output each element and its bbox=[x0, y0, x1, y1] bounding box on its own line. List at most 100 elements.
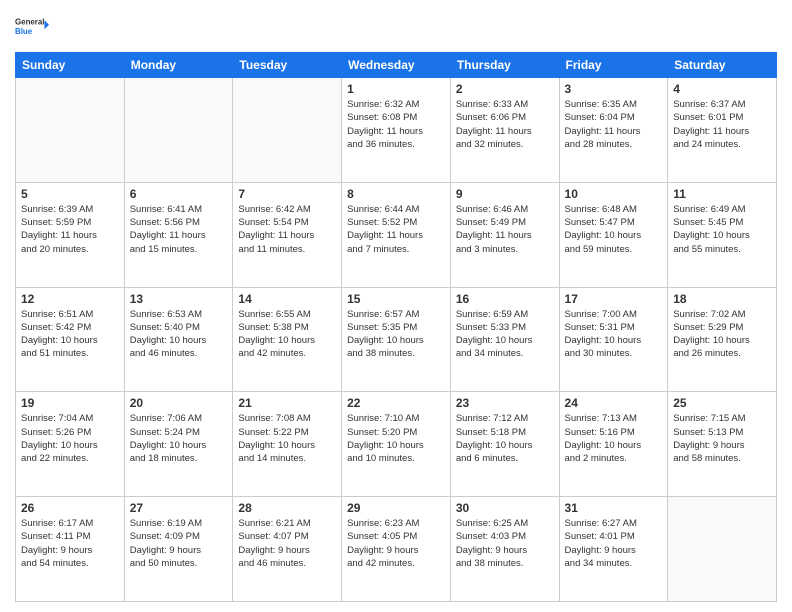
day-cell-5: 5 Sunrise: 6:39 AM Sunset: 5:59 PM Daylig… bbox=[16, 182, 125, 287]
day-info-2: Sunrise: 6:33 AM Sunset: 6:06 PM Dayligh… bbox=[456, 98, 554, 151]
day-number-23: 23 bbox=[456, 396, 554, 410]
weekday-header-row: SundayMondayTuesdayWednesdayThursdayFrid… bbox=[16, 53, 777, 78]
day-info-25: Sunrise: 7:15 AM Sunset: 5:13 PM Dayligh… bbox=[673, 412, 771, 465]
day-info-8: Sunrise: 6:44 AM Sunset: 5:52 PM Dayligh… bbox=[347, 203, 445, 256]
day-cell-12: 12 Sunrise: 6:51 AM Sunset: 5:42 PM Dayli… bbox=[16, 287, 125, 392]
day-number-3: 3 bbox=[565, 82, 663, 96]
day-number-31: 31 bbox=[565, 501, 663, 515]
day-info-20: Sunrise: 7:06 AM Sunset: 5:24 PM Dayligh… bbox=[130, 412, 228, 465]
empty-cell bbox=[233, 78, 342, 183]
weekday-header-monday: Monday bbox=[124, 53, 233, 78]
day-cell-6: 6Sunrise: 6:41 AM Sunset: 5:56 PM Daylig… bbox=[124, 182, 233, 287]
header: General Blue bbox=[15, 10, 777, 44]
day-cell-23: 23 Sunrise: 7:12 AM Sunset: 5:18 PM Dayli… bbox=[450, 392, 559, 497]
day-number-17: 17 bbox=[565, 292, 663, 306]
day-cell-8: 8 Sunrise: 6:44 AM Sunset: 5:52 PM Daylig… bbox=[342, 182, 451, 287]
day-cell-9: 9 Sunrise: 6:46 AM Sunset: 5:49 PM Daylig… bbox=[450, 182, 559, 287]
day-number-13: 13 bbox=[130, 292, 228, 306]
day-cell-16: 16 Sunrise: 6:59 AM Sunset: 5:33 PM Dayli… bbox=[450, 287, 559, 392]
day-info-11: Sunrise: 6:49 AM Sunset: 5:45 PM Dayligh… bbox=[673, 203, 771, 256]
empty-cell bbox=[668, 497, 777, 602]
day-cell-13: 13Sunrise: 6:53 AM Sunset: 5:40 PM Dayli… bbox=[124, 287, 233, 392]
day-number-22: 22 bbox=[347, 396, 445, 410]
day-info-24: Sunrise: 7:13 AM Sunset: 5:16 PM Dayligh… bbox=[565, 412, 663, 465]
day-cell-2: 2Sunrise: 6:33 AM Sunset: 6:06 PM Daylig… bbox=[450, 78, 559, 183]
day-info-9: Sunrise: 6:46 AM Sunset: 5:49 PM Dayligh… bbox=[456, 203, 554, 256]
day-number-4: 4 bbox=[673, 82, 771, 96]
week-row-1: 5 Sunrise: 6:39 AM Sunset: 5:59 PM Daylig… bbox=[16, 182, 777, 287]
day-number-27: 27 bbox=[130, 501, 228, 515]
day-number-12: 12 bbox=[21, 292, 119, 306]
day-cell-15: 15Sunrise: 6:57 AM Sunset: 5:35 PM Dayli… bbox=[342, 287, 451, 392]
day-info-27: Sunrise: 6:19 AM Sunset: 4:09 PM Dayligh… bbox=[130, 517, 228, 570]
day-info-5: Sunrise: 6:39 AM Sunset: 5:59 PM Dayligh… bbox=[21, 203, 119, 256]
day-cell-11: 11Sunrise: 6:49 AM Sunset: 5:45 PM Dayli… bbox=[668, 182, 777, 287]
empty-cell bbox=[124, 78, 233, 183]
week-row-4: 26 Sunrise: 6:17 AM Sunset: 4:11 PM Dayli… bbox=[16, 497, 777, 602]
day-info-16: Sunrise: 6:59 AM Sunset: 5:33 PM Dayligh… bbox=[456, 308, 554, 361]
svg-text:General: General bbox=[15, 18, 45, 27]
day-cell-14: 14 Sunrise: 6:55 AM Sunset: 5:38 PM Dayli… bbox=[233, 287, 342, 392]
weekday-header-sunday: Sunday bbox=[16, 53, 125, 78]
day-number-25: 25 bbox=[673, 396, 771, 410]
day-info-6: Sunrise: 6:41 AM Sunset: 5:56 PM Dayligh… bbox=[130, 203, 228, 256]
day-cell-22: 22 Sunrise: 7:10 AM Sunset: 5:20 PM Dayli… bbox=[342, 392, 451, 497]
day-cell-24: 24 Sunrise: 7:13 AM Sunset: 5:16 PM Dayli… bbox=[559, 392, 668, 497]
day-info-18: Sunrise: 7:02 AM Sunset: 5:29 PM Dayligh… bbox=[673, 308, 771, 361]
day-info-31: Sunrise: 6:27 AM Sunset: 4:01 PM Dayligh… bbox=[565, 517, 663, 570]
day-number-28: 28 bbox=[238, 501, 336, 515]
logo: General Blue bbox=[15, 10, 49, 44]
weekday-header-thursday: Thursday bbox=[450, 53, 559, 78]
day-number-20: 20 bbox=[130, 396, 228, 410]
day-number-14: 14 bbox=[238, 292, 336, 306]
day-cell-1: 1Sunrise: 6:32 AM Sunset: 6:08 PM Daylig… bbox=[342, 78, 451, 183]
day-info-17: Sunrise: 7:00 AM Sunset: 5:31 PM Dayligh… bbox=[565, 308, 663, 361]
day-info-22: Sunrise: 7:10 AM Sunset: 5:20 PM Dayligh… bbox=[347, 412, 445, 465]
empty-cell bbox=[16, 78, 125, 183]
week-row-3: 19Sunrise: 7:04 AM Sunset: 5:26 PM Dayli… bbox=[16, 392, 777, 497]
day-number-15: 15 bbox=[347, 292, 445, 306]
page: General Blue SundayMondayTuesdayWednesda… bbox=[0, 0, 792, 612]
day-info-4: Sunrise: 6:37 AM Sunset: 6:01 PM Dayligh… bbox=[673, 98, 771, 151]
day-info-21: Sunrise: 7:08 AM Sunset: 5:22 PM Dayligh… bbox=[238, 412, 336, 465]
week-row-0: 1Sunrise: 6:32 AM Sunset: 6:08 PM Daylig… bbox=[16, 78, 777, 183]
day-number-18: 18 bbox=[673, 292, 771, 306]
week-row-2: 12 Sunrise: 6:51 AM Sunset: 5:42 PM Dayli… bbox=[16, 287, 777, 392]
day-number-16: 16 bbox=[456, 292, 554, 306]
day-cell-17: 17 Sunrise: 7:00 AM Sunset: 5:31 PM Dayli… bbox=[559, 287, 668, 392]
day-cell-3: 3Sunrise: 6:35 AM Sunset: 6:04 PM Daylig… bbox=[559, 78, 668, 183]
day-info-10: Sunrise: 6:48 AM Sunset: 5:47 PM Dayligh… bbox=[565, 203, 663, 256]
day-number-29: 29 bbox=[347, 501, 445, 515]
day-cell-21: 21 Sunrise: 7:08 AM Sunset: 5:22 PM Dayli… bbox=[233, 392, 342, 497]
weekday-header-wednesday: Wednesday bbox=[342, 53, 451, 78]
day-info-12: Sunrise: 6:51 AM Sunset: 5:42 PM Dayligh… bbox=[21, 308, 119, 361]
day-number-8: 8 bbox=[347, 187, 445, 201]
day-cell-4: 4 Sunrise: 6:37 AM Sunset: 6:01 PM Daylig… bbox=[668, 78, 777, 183]
day-number-5: 5 bbox=[21, 187, 119, 201]
day-number-30: 30 bbox=[456, 501, 554, 515]
day-info-30: Sunrise: 6:25 AM Sunset: 4:03 PM Dayligh… bbox=[456, 517, 554, 570]
day-info-19: Sunrise: 7:04 AM Sunset: 5:26 PM Dayligh… bbox=[21, 412, 119, 465]
day-cell-31: 31 Sunrise: 6:27 AM Sunset: 4:01 PM Dayli… bbox=[559, 497, 668, 602]
calendar-table: SundayMondayTuesdayWednesdayThursdayFrid… bbox=[15, 52, 777, 602]
weekday-header-friday: Friday bbox=[559, 53, 668, 78]
day-info-26: Sunrise: 6:17 AM Sunset: 4:11 PM Dayligh… bbox=[21, 517, 119, 570]
logo-svg: General Blue bbox=[15, 10, 49, 44]
day-cell-29: 29Sunrise: 6:23 AM Sunset: 4:05 PM Dayli… bbox=[342, 497, 451, 602]
day-number-26: 26 bbox=[21, 501, 119, 515]
day-info-23: Sunrise: 7:12 AM Sunset: 5:18 PM Dayligh… bbox=[456, 412, 554, 465]
day-info-14: Sunrise: 6:55 AM Sunset: 5:38 PM Dayligh… bbox=[238, 308, 336, 361]
day-cell-10: 10Sunrise: 6:48 AM Sunset: 5:47 PM Dayli… bbox=[559, 182, 668, 287]
day-cell-7: 7Sunrise: 6:42 AM Sunset: 5:54 PM Daylig… bbox=[233, 182, 342, 287]
day-info-7: Sunrise: 6:42 AM Sunset: 5:54 PM Dayligh… bbox=[238, 203, 336, 256]
day-info-28: Sunrise: 6:21 AM Sunset: 4:07 PM Dayligh… bbox=[238, 517, 336, 570]
day-cell-19: 19Sunrise: 7:04 AM Sunset: 5:26 PM Dayli… bbox=[16, 392, 125, 497]
weekday-header-saturday: Saturday bbox=[668, 53, 777, 78]
day-cell-26: 26 Sunrise: 6:17 AM Sunset: 4:11 PM Dayli… bbox=[16, 497, 125, 602]
day-number-1: 1 bbox=[347, 82, 445, 96]
day-cell-18: 18 Sunrise: 7:02 AM Sunset: 5:29 PM Dayli… bbox=[668, 287, 777, 392]
day-number-24: 24 bbox=[565, 396, 663, 410]
day-number-21: 21 bbox=[238, 396, 336, 410]
day-cell-25: 25 Sunrise: 7:15 AM Sunset: 5:13 PM Dayli… bbox=[668, 392, 777, 497]
day-number-9: 9 bbox=[456, 187, 554, 201]
